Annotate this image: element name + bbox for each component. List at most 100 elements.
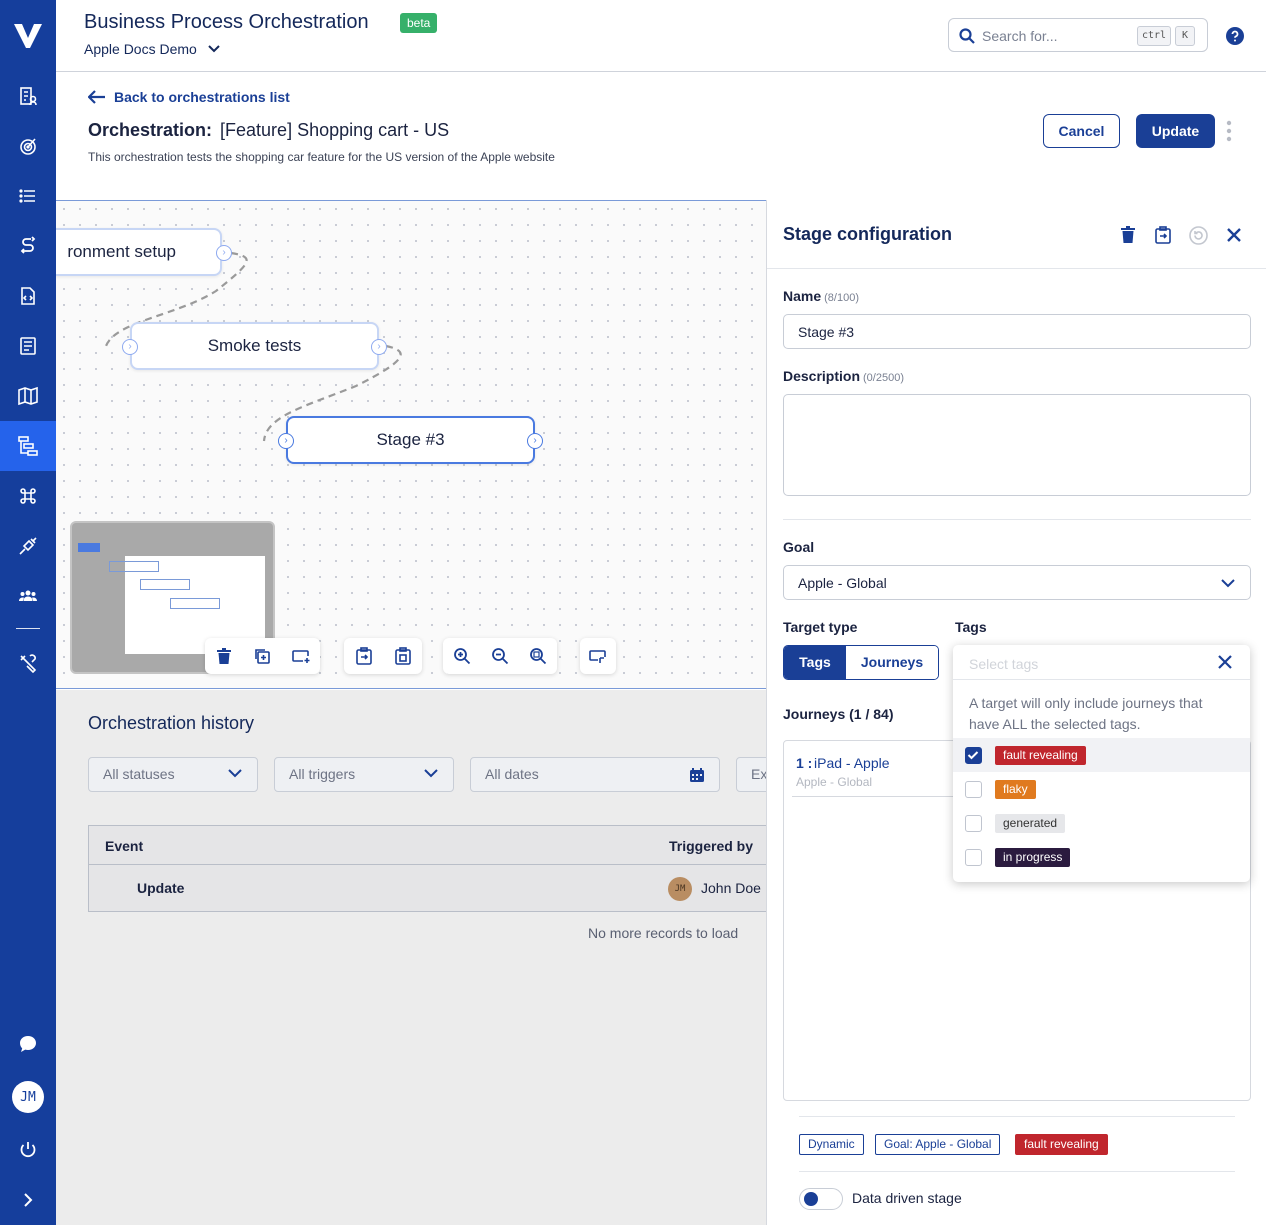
tags-search-input[interactable]: Select tags [969, 656, 1038, 672]
sidebar-item-goals[interactable] [0, 126, 56, 166]
sidebar-item-list[interactable] [0, 176, 56, 216]
tags-label: Tags [955, 619, 987, 635]
target-type-journeys[interactable]: Journeys [846, 646, 938, 679]
minimap-node [109, 561, 159, 572]
paste-button[interactable] [383, 638, 422, 674]
close-icon[interactable] [1226, 227, 1242, 243]
reset-icon[interactable] [1189, 226, 1208, 245]
stage-node-smoke-tests[interactable]: Smoke tests [130, 322, 379, 370]
orchestration-canvas[interactable]: ronment setup › Smoke tests › › Stage #3… [56, 200, 766, 689]
date-filter-value: All dates [485, 766, 539, 782]
sidebar-divider [16, 628, 40, 629]
duplicate-stage-button[interactable] [243, 638, 281, 674]
zoom-in-icon [454, 648, 471, 665]
checkbox[interactable] [965, 781, 982, 798]
zoom-out-button[interactable] [481, 638, 519, 674]
node-port-out[interactable]: › [527, 433, 543, 449]
zoom-in-button[interactable] [443, 638, 481, 674]
chevron-down-icon [228, 769, 242, 778]
node-edit-toolbar [205, 638, 320, 674]
sidebar-item-team[interactable] [0, 576, 56, 616]
check-icon [967, 751, 979, 760]
divider [799, 1116, 1235, 1117]
date-filter[interactable]: All dates [470, 757, 720, 792]
sidebar-item-buildings[interactable] [0, 76, 56, 116]
name-input[interactable]: Stage #3 [783, 314, 1251, 349]
chat-icon[interactable] [0, 1024, 56, 1064]
sidebar-item-command[interactable] [0, 476, 56, 516]
auto-layout-button[interactable] [580, 638, 616, 674]
help-icon[interactable] [1226, 27, 1244, 45]
add-stage-button[interactable] [282, 638, 320, 674]
calendar-icon [690, 768, 704, 782]
description-textarea[interactable] [783, 394, 1251, 496]
divider [799, 1171, 1235, 1172]
stage-node-stage-3[interactable]: Stage #3 [286, 416, 535, 464]
status-filter[interactable]: All statuses [88, 757, 258, 792]
goal-select-value: Apple - Global [798, 575, 887, 591]
sidebar-item-tools[interactable] [0, 643, 56, 683]
node-port-out[interactable]: › [371, 339, 387, 355]
list-item[interactable]: 1 : iPad - Apple Apple - Global [792, 753, 972, 797]
stage-node-label: Smoke tests [207, 336, 302, 355]
node-port-in[interactable]: › [122, 339, 138, 355]
user-avatar[interactable]: JM [12, 1081, 44, 1113]
paste-icon [394, 647, 411, 665]
summary-chip-goal: Goal: Apple - Global [875, 1134, 1001, 1155]
power-icon[interactable] [0, 1130, 56, 1170]
stage-node-environment-setup[interactable]: ronment setup [56, 228, 222, 276]
update-button[interactable]: Update [1136, 114, 1215, 148]
add-stage-icon [292, 650, 310, 663]
tag-option[interactable]: flaky [953, 772, 1250, 806]
target-type-tags[interactable]: Tags [784, 646, 846, 679]
trigger-filter[interactable]: All triggers [274, 757, 454, 792]
history-table: Event Triggered by Update JM John Doe [88, 825, 778, 912]
table-row[interactable]: Update JM John Doe [89, 864, 777, 912]
app-logo-icon[interactable] [12, 20, 44, 50]
expand-sidebar-icon[interactable] [0, 1180, 56, 1220]
checkbox[interactable] [965, 815, 982, 832]
sidebar-item-reports[interactable] [0, 326, 56, 366]
top-header: Business Process Orchestration beta Appl… [56, 0, 1266, 72]
copy-icon[interactable] [1155, 226, 1171, 244]
sidebar-item-map[interactable] [0, 376, 56, 416]
cancel-button[interactable]: Cancel [1043, 114, 1120, 148]
sidebar-item-integrations[interactable] [0, 526, 56, 566]
tag-option[interactable]: fault revealing [953, 738, 1250, 772]
description-label: Description (0/2500) [783, 368, 904, 384]
status-filter-value: All statuses [103, 766, 175, 782]
sidebar-item-journeys[interactable] [0, 226, 56, 266]
goal-select[interactable]: Apple - Global [783, 565, 1251, 600]
sidebar-item-orchestration[interactable] [0, 421, 56, 471]
column-header-triggered-by: Triggered by [669, 838, 754, 854]
data-driven-toggle[interactable] [799, 1188, 843, 1210]
checkbox[interactable] [965, 849, 982, 866]
journey-name[interactable]: iPad - Apple [814, 755, 890, 771]
tag-option[interactable]: in progress [953, 840, 1250, 874]
tag-in-progress: in progress [995, 848, 1071, 867]
tag-option[interactable]: generated [953, 806, 1250, 840]
event-cell: Update [137, 880, 185, 896]
layout-toolbar [580, 638, 616, 674]
search-input[interactable]: Search for... ctrl K [948, 18, 1208, 52]
zoom-fit-icon [530, 648, 547, 665]
copy-button[interactable] [344, 638, 383, 674]
arrow-left-icon [88, 90, 105, 104]
trash-icon[interactable] [1121, 226, 1135, 243]
tag-fault-revealing: fault revealing [995, 746, 1086, 765]
shortcut-key-ctrl: ctrl [1137, 26, 1171, 46]
sidebar-item-code[interactable] [0, 276, 56, 316]
workspace-selector[interactable]: Apple Docs Demo [84, 41, 221, 57]
journey-goal: Apple - Global [796, 775, 873, 789]
name-label: Name (8/100) [783, 288, 859, 304]
close-icon[interactable] [1218, 655, 1232, 669]
duplicate-icon [255, 649, 271, 664]
back-to-list-link[interactable]: Back to orchestrations list [88, 89, 290, 105]
delete-stage-button[interactable] [205, 638, 243, 674]
beta-badge: beta [400, 13, 438, 33]
node-port-out[interactable]: › [216, 245, 232, 261]
zoom-fit-button[interactable] [519, 638, 557, 674]
more-options-icon[interactable] [1226, 120, 1232, 142]
checkbox-checked[interactable] [965, 747, 982, 764]
node-port-in[interactable]: › [278, 433, 294, 449]
